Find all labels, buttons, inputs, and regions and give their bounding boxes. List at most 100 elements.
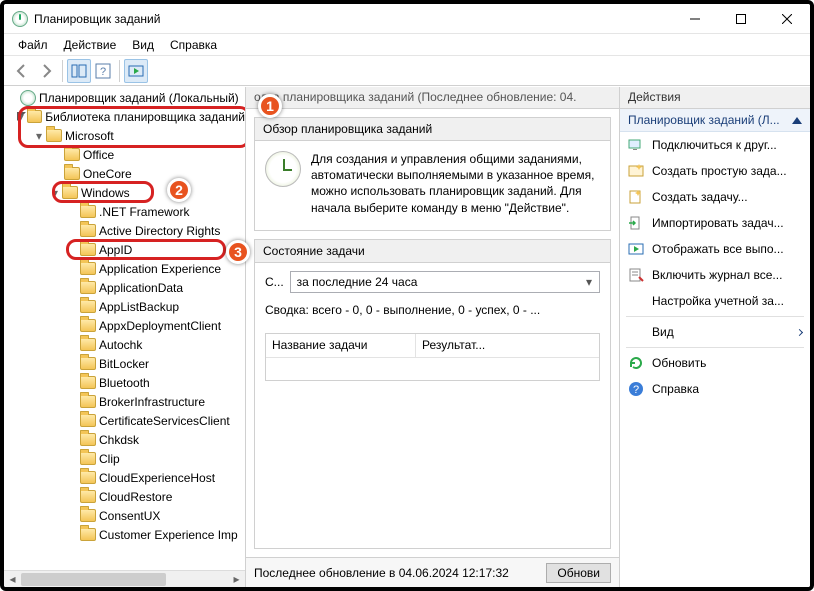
separator [626,347,804,348]
tree-item[interactable]: ApplicationData [4,278,245,297]
status-period-combo[interactable]: за последние 24 часа ▾ [290,271,600,293]
action-view[interactable]: Вид [620,319,810,345]
tree-office[interactable]: Office [4,145,245,164]
status-section: Состояние задачи С... за последние 24 ча… [254,239,611,549]
callout-marker-2: 2 [167,178,191,202]
close-button[interactable] [764,4,810,33]
actions-header: Действия [620,87,810,109]
toolbar-help-button[interactable]: ? [91,59,115,83]
tree-root-label: Планировщик заданий (Локальный) [39,91,239,105]
tree-item-label: AppID [99,243,132,257]
chevron-down-icon[interactable]: ▾ [14,110,27,124]
svg-text:?: ? [633,384,639,396]
tree-item[interactable]: Chkdsk [4,430,245,449]
tree-panel: Планировщик заданий (Локальный) ▾ Библио… [4,87,246,587]
menu-file[interactable]: Файл [10,36,56,54]
running-icon [628,241,644,257]
toolbar-show-tree-button[interactable] [67,59,91,83]
folder-icon [80,471,96,484]
scroll-right-icon[interactable]: ▸ [228,571,245,587]
tree-item[interactable]: BitLocker [4,354,245,373]
refresh-button[interactable]: Обнови [546,563,611,583]
tree-item[interactable]: AppID [4,240,245,259]
toolbar-run-button[interactable] [124,59,148,83]
tree-item[interactable]: BrokerInfrastructure [4,392,245,411]
tree-item-label: BitLocker [99,357,149,371]
blank-icon [628,293,644,309]
action-import[interactable]: Импортировать задач... [620,210,810,236]
column-header-name[interactable]: Название задачи [266,334,416,358]
results-table: Название задачи Результат... [265,333,600,381]
action-create-task[interactable]: Создать задачу... [620,184,810,210]
column-header-result[interactable]: Результат... [416,334,599,358]
tree-root[interactable]: Планировщик заданий (Локальный) [4,88,245,107]
tree-item[interactable]: ConsentUX [4,506,245,525]
new-task-icon [628,189,644,205]
action-label: Подключиться к друг... [652,138,777,152]
action-connect[interactable]: Подключиться к друг... [620,132,810,158]
status-label: С... [265,275,284,289]
folder-icon [80,243,96,256]
actions-context[interactable]: Планировщик заданий (Л... [620,109,810,132]
status-title: Состояние задачи [255,240,610,263]
tree-windows[interactable]: ▾ Windows [4,183,245,202]
folder-icon [62,186,78,199]
scroll-left-icon[interactable]: ◂ [4,571,21,587]
minimize-button[interactable] [672,4,718,33]
wizard-icon [628,163,644,179]
tree-onecore[interactable]: OneCore [4,164,245,183]
tree-item[interactable]: CloudRestore [4,487,245,506]
menu-view[interactable]: Вид [124,36,162,54]
folder-icon [80,395,96,408]
tree-item-label: Windows [81,186,130,200]
tree-item[interactable]: CertificateServicesClient [4,411,245,430]
footer-row: Последнее обновление в 04.06.2024 12:17:… [246,557,619,587]
tree-item[interactable]: AppxDeploymentClient [4,316,245,335]
action-account-config[interactable]: Настройка учетной за... [620,288,810,314]
scheduler-icon [20,90,36,106]
tree-item-label: Clip [99,452,120,466]
action-help[interactable]: ? Справка [620,376,810,402]
collapse-icon [792,117,802,124]
nav-back-button[interactable] [10,59,34,83]
actions-context-label: Планировщик заданий (Л... [628,113,786,127]
tree-item[interactable]: Clip [4,449,245,468]
action-label: Импортировать задач... [652,216,784,230]
folder-icon [80,376,96,389]
action-show-running[interactable]: Отображать все выпо... [620,236,810,262]
tree-item[interactable]: Application Experience [4,259,245,278]
tree-item-label: CertificateServicesClient [99,414,230,428]
tree-item[interactable]: CloudExperienceHost [4,468,245,487]
tree-item-label: CloudExperienceHost [99,471,215,485]
tree-microsoft[interactable]: ▾ Microsoft [4,126,245,145]
chevron-down-icon: ▾ [581,274,597,290]
folder-icon [64,148,80,161]
action-enable-journal[interactable]: Включить журнал все... [620,262,810,288]
tree-item[interactable]: .NET Framework [4,202,245,221]
horizontal-scrollbar[interactable]: ◂ ▸ [4,570,245,587]
tree-item[interactable]: Bluetooth [4,373,245,392]
chevron-down-icon[interactable]: ▾ [48,186,62,200]
maximize-button[interactable] [718,4,764,33]
chevron-down-icon[interactable]: ▾ [32,129,46,143]
tree-item[interactable]: AppListBackup [4,297,245,316]
tree-library[interactable]: ▾ Библиотека планировщика заданий [4,107,245,126]
folder-icon [64,167,80,180]
tree-microsoft-label: Microsoft [65,129,114,143]
tree-item[interactable]: Autochk [4,335,245,354]
tree-item[interactable]: Customer Experience Imp [4,525,245,544]
action-refresh[interactable]: Обновить [620,350,810,376]
tree-item-label: Bluetooth [99,376,150,390]
refresh-icon [628,355,644,371]
menu-help[interactable]: Справка [162,36,225,54]
folder-icon [46,129,62,142]
action-create-simple[interactable]: Создать простую зада... [620,158,810,184]
tree-item-label: AppxDeploymentClient [99,319,221,333]
action-label: Вид [652,325,789,339]
action-label: Настройка учетной за... [652,294,784,308]
menu-action[interactable]: Действие [56,36,125,54]
nav-forward-button[interactable] [34,59,58,83]
tree-item-label: Active Directory Rights [99,224,220,238]
folder-icon [80,357,96,370]
tree-item[interactable]: Active Directory Rights [4,221,245,240]
